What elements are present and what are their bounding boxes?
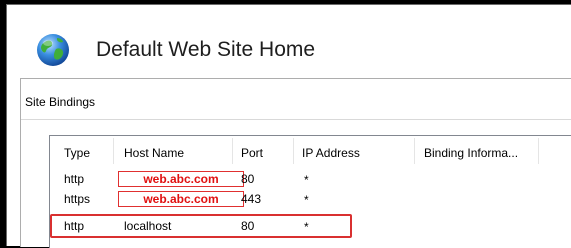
divider	[21, 119, 571, 120]
cell-type: http	[64, 219, 85, 233]
column-header-ip-address[interactable]: IP Address	[302, 146, 360, 160]
bindings-list[interactable]: Type Host Name Port IP Address Binding I…	[49, 135, 571, 248]
column-divider[interactable]	[414, 138, 415, 164]
cell-ip-address: *	[304, 173, 309, 187]
column-header-type[interactable]: Type	[64, 146, 90, 160]
column-divider[interactable]	[113, 138, 114, 164]
cell-port: 443	[241, 192, 262, 206]
cell-ip-address: *	[304, 193, 309, 207]
dialog-header: Site Bindings	[21, 79, 571, 124]
cell-type: http	[64, 172, 85, 186]
column-header-port[interactable]: Port	[241, 146, 263, 160]
page-header: Default Web Site Home	[7, 5, 571, 77]
cell-host-name: web.abc.com	[118, 191, 244, 207]
dialog-title: Site Bindings	[25, 95, 96, 109]
column-divider[interactable]	[293, 138, 294, 164]
cell-ip-address: *	[304, 220, 309, 234]
page-title: Default Web Site Home	[96, 38, 316, 61]
cell-port: 80	[241, 172, 255, 186]
iis-window: Default Web Site Home Site Bindings Type…	[6, 4, 571, 248]
column-divider[interactable]	[538, 138, 539, 164]
cell-type: https	[64, 192, 91, 206]
column-divider[interactable]	[232, 138, 233, 164]
column-header-binding-info[interactable]: Binding Informa...	[424, 146, 518, 160]
cell-host-name: localhost	[124, 219, 172, 233]
cell-host-name: web.abc.com	[118, 171, 244, 187]
globe-icon	[37, 34, 69, 66]
site-bindings-dialog: Site Bindings Type Host Name Port IP Add…	[20, 78, 571, 248]
column-header-host-name[interactable]: Host Name	[124, 146, 184, 160]
cell-port: 80	[241, 219, 255, 233]
